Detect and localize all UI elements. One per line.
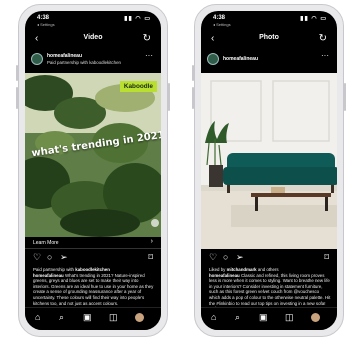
volume-button: [16, 87, 18, 109]
comment-icon[interactable]: ○: [223, 252, 228, 262]
notch: [65, 11, 121, 21]
volume-button: [16, 65, 18, 81]
search-icon[interactable]: ⌕: [235, 312, 240, 322]
account-handle[interactable]: homeafalineau: [223, 56, 258, 62]
home-icon[interactable]: ⌂: [211, 312, 216, 322]
signal-wifi-battery-icon: ▮▮ ◠ ▭: [124, 16, 151, 22]
profile-avatar-icon[interactable]: [311, 313, 320, 322]
status-back-settings[interactable]: ◂ Settings: [213, 22, 231, 27]
search-icon[interactable]: ⌕: [59, 312, 64, 322]
liked-prefix: Liked by: [209, 267, 226, 272]
left-phone-frame: 4:38 ◂ Settings ▮▮ ◠ ▭ ‹ Video ↻ homeafa…: [16, 4, 170, 337]
nav-bar: ‹ Photo ↻: [201, 33, 337, 47]
liked-suffix: and others: [257, 267, 279, 272]
like-heart-icon[interactable]: ♡: [33, 252, 41, 262]
reels-icon[interactable]: ▣: [83, 312, 92, 322]
learn-more-bar[interactable]: Learn More ›: [25, 237, 161, 249]
partner-prefix: Paid partnership with: [33, 267, 75, 272]
page-title: Video: [83, 34, 103, 41]
reels-icon[interactable]: ▣: [259, 312, 268, 322]
chevron-right-icon: ›: [150, 238, 153, 245]
home-icon[interactable]: ⌂: [35, 312, 40, 322]
share-icon[interactable]: ➢: [60, 252, 68, 262]
signal-wifi-battery-icon: ▮▮ ◠ ▭: [300, 16, 327, 22]
status-time: 4:38: [213, 15, 226, 21]
caption-text: Classic and refined, this living room pr…: [209, 272, 331, 312]
shop-icon[interactable]: ◫: [109, 312, 118, 322]
share-icon[interactable]: ➢: [236, 252, 244, 262]
bottom-tab-bar: ⌂ ⌕ ▣ ◫: [25, 307, 161, 330]
account-handle[interactable]: homeafalineau: [47, 53, 82, 59]
reload-icon[interactable]: ↻: [143, 33, 151, 45]
more-options-icon[interactable]: ···: [321, 51, 329, 60]
more-options-icon[interactable]: ···: [145, 51, 153, 60]
comment-icon[interactable]: ○: [47, 252, 52, 262]
avatar[interactable]: [31, 53, 43, 65]
caption-text: What's trending in 2021? Nature-inspired…: [33, 272, 154, 306]
like-heart-icon[interactable]: ♡: [209, 252, 217, 262]
nav-bar: ‹ Video ↻: [25, 33, 161, 47]
page-title: Photo: [259, 34, 279, 41]
brand-badge: Kaboodle: [119, 81, 157, 92]
partner-name[interactable]: kaboodlekitchen: [75, 267, 110, 272]
power-button: [168, 83, 170, 111]
volume-button: [192, 65, 194, 81]
post-header: homeafalineau ···: [201, 51, 337, 71]
sponsor-line[interactable]: Paid partnership with kaboodlekitchen: [47, 60, 121, 65]
post-caption: Paid partnership with kaboodlekitchen ho…: [33, 267, 155, 306]
post-video[interactable]: Kaboodle what's trending in 2021: [25, 73, 161, 237]
liked-name[interactable]: mitchandmark: [227, 267, 257, 272]
living-room-image: [201, 73, 337, 249]
post-photo[interactable]: [201, 73, 337, 249]
post-caption: Liked by mitchandmark and others homeafa…: [209, 267, 331, 312]
volume-button: [192, 87, 194, 109]
reload-icon[interactable]: ↻: [319, 33, 327, 45]
caption-handle[interactable]: homeafalineau: [33, 273, 64, 278]
learn-more-label: Learn More: [33, 240, 59, 246]
profile-avatar-icon[interactable]: [135, 313, 144, 322]
notch: [241, 11, 297, 21]
right-phone-frame: 4:38 ◂ Settings ▮▮ ◠ ▭ ‹ Photo ↻ homeafa…: [192, 4, 346, 337]
bookmark-icon[interactable]: ⌑: [148, 252, 153, 262]
status-time: 4:38: [37, 15, 50, 21]
action-row: ♡ ○ ➢ ⌑: [201, 251, 337, 265]
power-button: [344, 83, 346, 111]
post-header: homeafalineau Paid partnership with kabo…: [25, 51, 161, 71]
bookmark-icon[interactable]: ⌑: [324, 252, 329, 262]
right-screen: 4:38 ◂ Settings ▮▮ ◠ ▭ ‹ Photo ↻ homeafa…: [201, 11, 337, 330]
shop-icon[interactable]: ◫: [285, 312, 294, 322]
caption-handle[interactable]: homeafalineau: [209, 273, 240, 278]
bottom-tab-bar: ⌂ ⌕ ▣ ◫: [201, 307, 337, 330]
status-back-settings[interactable]: ◂ Settings: [37, 22, 55, 27]
left-screen: 4:38 ◂ Settings ▮▮ ◠ ▭ ‹ Video ↻ homeafa…: [25, 11, 161, 330]
action-row: ♡ ○ ➢ ⌑: [25, 251, 161, 265]
avatar[interactable]: [207, 53, 219, 65]
